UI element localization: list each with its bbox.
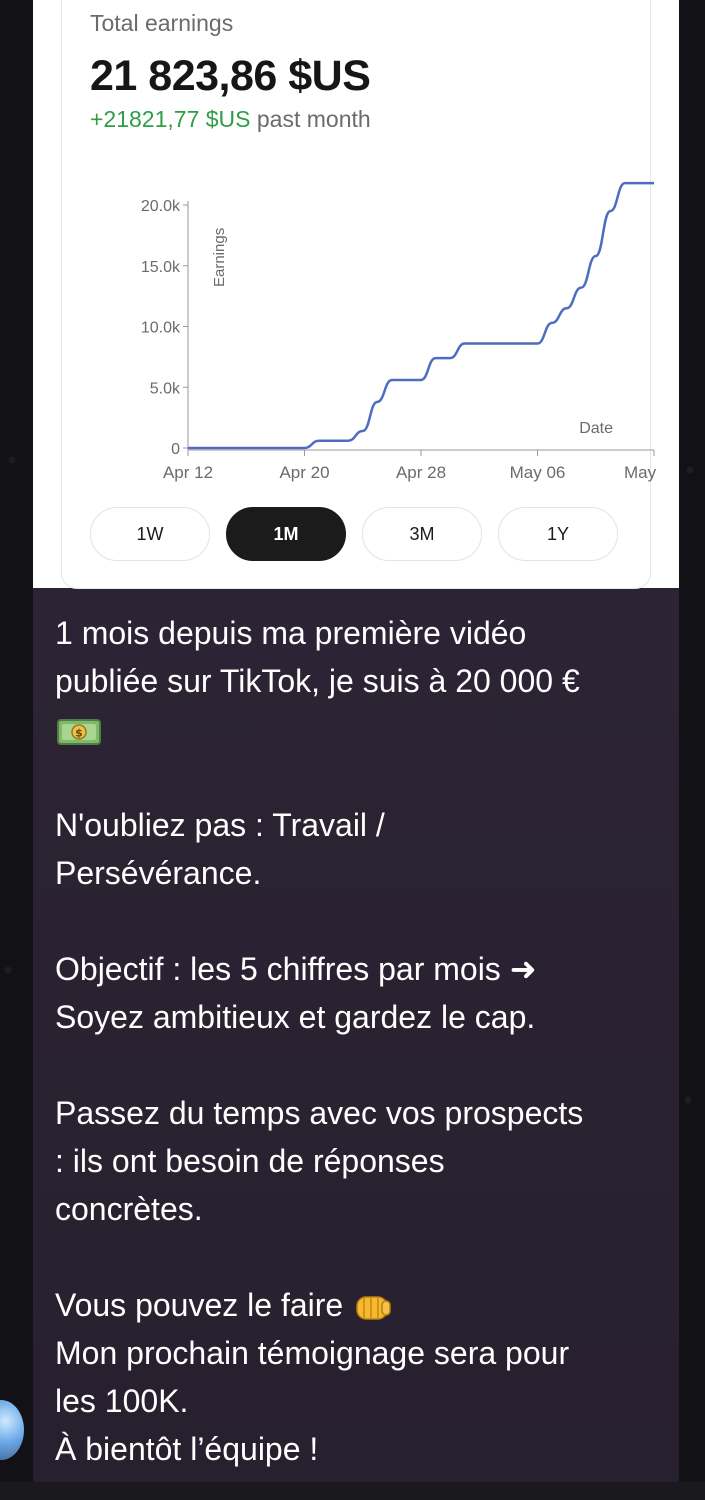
chat-background-left	[0, 0, 33, 1482]
svg-text:$: $	[75, 726, 83, 739]
message-line: concrètes.	[55, 1191, 203, 1227]
message-line: À bientôt l’équipe !	[55, 1431, 319, 1467]
message-line-text: Vous pouvez le faire	[55, 1287, 344, 1323]
message-line: Soyez ambitieux et gardez le cap.	[55, 999, 536, 1035]
bottom-bar	[0, 1482, 705, 1500]
earnings-chart: 0 5.0k 10.0k 15.0k 20.0k Apr 12 Apr 20 Apr 28 Ma…	[141, 181, 657, 482]
x-tick-label: May	[624, 463, 657, 482]
message-text: 1 mois depuis ma première vidéo publiée …	[55, 609, 665, 1473]
x-axis-title: Date	[579, 420, 613, 437]
message-line: Mon prochain témoignage sera pour	[55, 1335, 570, 1371]
y-tick-label: 20.0k	[141, 198, 181, 215]
message-paragraph: N'oubliez pas : Travail / Persévérance.	[55, 801, 665, 897]
range-button-3m[interactable]: 3M	[362, 507, 482, 561]
y-tick-label: 0	[171, 441, 180, 458]
message-paragraph: Vous pouvez le faire Mon prochain témoig…	[55, 1281, 665, 1473]
message-line: publiée sur TikTok, je suis à 20 000 €	[55, 663, 580, 699]
message-line: Vous pouvez le faire	[55, 1281, 665, 1329]
money-bill-icon: $	[57, 718, 101, 745]
attached-screenshot[interactable]: Total earnings 21 823,86 $US +21821,77 $…	[33, 0, 679, 589]
chat-background-right	[679, 0, 705, 1482]
earnings-line	[188, 181, 654, 450]
fist-bump-icon	[356, 1295, 391, 1320]
message-paragraph: Passez du temps avec vos prospects : ils…	[55, 1089, 665, 1233]
message-line: : ils ont besoin de réponses	[55, 1143, 445, 1179]
message-line: Persévérance.	[55, 855, 262, 891]
y-axis-title: Earnings	[211, 228, 228, 287]
x-tick-label: May 06	[510, 463, 566, 482]
y-tick-label: 10.0k	[141, 320, 181, 337]
message-paragraph: 1 mois depuis ma première vidéo publiée …	[55, 609, 665, 753]
message-line: 1 mois depuis ma première vidéo	[55, 615, 527, 651]
y-tick-label: 15.0k	[141, 259, 181, 276]
x-tick-label: Apr 12	[163, 463, 213, 482]
range-button-1m[interactable]: 1M	[226, 507, 346, 561]
x-tick-label: Apr 28	[396, 463, 446, 482]
message-line: N'oubliez pas : Travail /	[55, 807, 385, 843]
message-line: $	[55, 705, 665, 753]
message-bubble[interactable]: Total earnings 21 823,86 $US +21821,77 $…	[33, 0, 679, 1482]
y-tick-label: 5.0k	[150, 380, 181, 397]
message-line: Objectif : les 5 chiffres par mois ➜	[55, 951, 537, 987]
range-button-1y[interactable]: 1Y	[498, 507, 618, 561]
range-button-1w[interactable]: 1W	[90, 507, 210, 561]
message-line: les 100K.	[55, 1383, 189, 1419]
message-paragraph: Objectif : les 5 chiffres par mois ➜ Soy…	[55, 945, 665, 1041]
x-tick-label: Apr 20	[279, 463, 329, 482]
message-line: Passez du temps avec vos prospects	[55, 1095, 584, 1131]
